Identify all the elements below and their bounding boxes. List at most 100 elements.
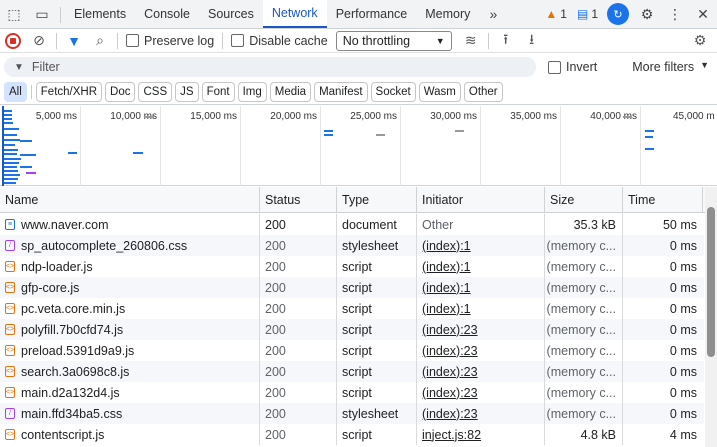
script-file-icon: <>	[5, 345, 15, 356]
request-name[interactable]: ndp-loader.js	[21, 260, 93, 274]
initiator-link[interactable]: (index):23	[422, 344, 478, 358]
table-row[interactable]: <> contentscript.js 200 script inject.js:82 4…	[0, 424, 704, 445]
table-row[interactable]: <> main.d2a132d4.js 200 script (index):23 (me…	[0, 382, 704, 403]
column-header-name[interactable]: Name	[0, 187, 260, 213]
type-filter-socket[interactable]: Socket	[370, 82, 416, 102]
request-name[interactable]: contentscript.js	[21, 428, 104, 442]
table-row[interactable]: / main.ffd34ba5.css 200 stylesheet (index):2…	[0, 403, 704, 424]
column-header-time[interactable]: Time	[623, 187, 703, 213]
initiator-link[interactable]: (index):23	[422, 365, 478, 379]
initiator-link[interactable]: inject.js:82	[422, 428, 481, 442]
stylesheet-file-icon: /	[5, 408, 15, 419]
type-cell: script	[337, 340, 417, 361]
clear-icon[interactable]: ⊘	[26, 29, 52, 53]
more-options-icon[interactable]: ⋮	[661, 0, 689, 28]
device-toolbar-icon[interactable]: ▭	[28, 0, 56, 28]
vertical-scrollbar[interactable]	[705, 187, 717, 447]
invert-checkbox[interactable]: Invert	[544, 60, 601, 74]
search-icon[interactable]: ⌕	[87, 29, 113, 53]
type-filter-fetchxhr[interactable]: Fetch/XHR	[35, 82, 103, 102]
tab-memory[interactable]: Memory	[416, 0, 479, 28]
record-stop-icon[interactable]	[0, 29, 26, 53]
type-filter-all[interactable]: All	[4, 82, 27, 102]
table-row[interactable]: <> polyfill.7b0cfd74.js 200 script (index):2…	[0, 319, 704, 340]
warnings-badge[interactable]: ▲ 1	[540, 0, 572, 28]
table-row[interactable]: <> preload.5391d9a9.js 200 script (index):23…	[0, 340, 704, 361]
size-cell: (memory c...	[545, 319, 623, 340]
ai-assistance-icon[interactable]: ↻	[607, 3, 629, 25]
column-header-type[interactable]: Type	[337, 187, 417, 213]
network-conditions-icon[interactable]: ≋	[458, 29, 484, 53]
request-name[interactable]: main.ffd34ba5.css	[21, 407, 122, 421]
tab-network[interactable]: Network	[262, 0, 327, 28]
tab-console[interactable]: Console	[135, 0, 199, 28]
name-cell: / sp_autocomplete_260806.css	[0, 235, 260, 256]
throttling-select[interactable]: No throttling ▼	[335, 30, 452, 51]
table-row[interactable]: ≡ www.naver.com 200 document Other 35.3 kB 50 …	[0, 214, 704, 235]
scrollbar-thumb[interactable]	[707, 207, 715, 357]
messages-badge[interactable]: ▤ 1	[572, 0, 603, 28]
throttling-value: No throttling	[342, 33, 411, 48]
initiator-text: Other	[422, 217, 454, 232]
request-name[interactable]: www.naver.com	[21, 218, 109, 232]
disable-cache-checkbox[interactable]: Disable cache	[227, 34, 332, 48]
type-filter-img[interactable]: Img	[237, 82, 267, 102]
initiator-link[interactable]: (index):1	[422, 281, 471, 295]
timeline-tick-label: 25,000 ms	[350, 111, 397, 122]
table-row[interactable]: <> ndp-loader.js 200 script (index):1 (memory…	[0, 256, 704, 277]
column-header-size[interactable]: Size	[545, 187, 623, 213]
close-icon[interactable]: ✕	[689, 0, 717, 28]
divider	[60, 7, 61, 23]
more-tabs-icon[interactable]: »	[479, 0, 507, 28]
type-filter-font[interactable]: Font	[201, 82, 235, 102]
status-cell: 200	[260, 340, 337, 361]
type-cell: stylesheet	[337, 235, 417, 256]
type-filter-wasm[interactable]: Wasm	[418, 82, 461, 102]
request-name[interactable]: sp_autocomplete_260806.css	[21, 239, 187, 253]
column-header-status[interactable]: Status	[260, 187, 337, 213]
table-row[interactable]: <> search.3a0698c8.js 200 script (index):23 (…	[0, 361, 704, 382]
tab-sources[interactable]: Sources	[199, 0, 263, 28]
initiator-link[interactable]: (index):23	[422, 323, 478, 337]
initiator-cell: (index):23	[417, 319, 545, 340]
type-filter-css[interactable]: CSS	[138, 82, 173, 102]
script-file-icon: <>	[5, 261, 15, 272]
type-cell: script	[337, 424, 417, 445]
column-header-initiator[interactable]: Initiator	[417, 187, 545, 213]
table-row[interactable]: <> gfp-core.js 200 script (index):1 (memory c…	[0, 277, 704, 298]
settings-gear-icon[interactable]: ⚙	[633, 0, 661, 28]
tab-performance[interactable]: Performance	[327, 0, 417, 28]
request-name[interactable]: preload.5391d9a9.js	[21, 344, 134, 358]
type-filter-js[interactable]: JS	[175, 82, 199, 102]
type-filter-other[interactable]: Other	[463, 82, 503, 102]
request-name[interactable]: gfp-core.js	[21, 281, 79, 295]
request-name[interactable]: search.3a0698c8.js	[21, 365, 129, 379]
filter-funnel-icon[interactable]: ▼	[61, 29, 87, 53]
timeline-overview[interactable]: 5,000 ms 10,000 ms 15,000 ms 20,000 ms 25,00…	[0, 106, 717, 186]
inspect-element-icon[interactable]: ⬚	[0, 0, 28, 28]
initiator-link[interactable]: (index):1	[422, 260, 471, 274]
export-har-icon[interactable]: ⭳	[519, 29, 545, 53]
table-row[interactable]: <> pc.veta.core.min.js 200 script (index):1 (…	[0, 298, 704, 319]
table-row[interactable]: / sp_autocomplete_260806.css 200 stylesheet…	[0, 235, 704, 256]
preserve-log-checkbox[interactable]: Preserve log	[122, 34, 218, 48]
type-filter-doc[interactable]: Doc	[105, 82, 136, 102]
divider	[56, 32, 57, 49]
type-filter-media[interactable]: Media	[269, 82, 312, 102]
request-name[interactable]: main.d2a132d4.js	[21, 386, 120, 400]
import-har-icon[interactable]: ⭱	[493, 29, 519, 53]
initiator-link[interactable]: (index):1	[422, 302, 471, 316]
type-filter-manifest[interactable]: Manifest	[314, 82, 368, 102]
network-settings-gear-icon[interactable]: ⚙	[687, 29, 713, 53]
initiator-link[interactable]: (index):1	[422, 239, 471, 253]
more-filters-dropdown[interactable]: More filters ▼	[632, 60, 709, 74]
request-name[interactable]: pc.veta.core.min.js	[21, 302, 125, 316]
initiator-cell: (index):23	[417, 361, 545, 382]
waterfall-bar	[3, 166, 17, 168]
timeline-tick-label: 35,000 ms	[510, 111, 557, 122]
tab-elements[interactable]: Elements	[65, 0, 135, 28]
filter-input[interactable]: ▼ Filter	[4, 57, 536, 77]
initiator-link[interactable]: (index):23	[422, 386, 478, 400]
request-name[interactable]: polyfill.7b0cfd74.js	[21, 323, 123, 337]
initiator-link[interactable]: (index):23	[422, 407, 478, 421]
